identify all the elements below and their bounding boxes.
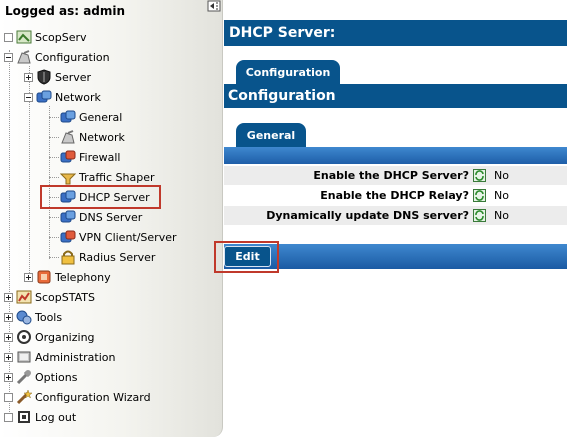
edit-button[interactable]: Edit: [224, 246, 271, 267]
tools-icon: [16, 310, 32, 325]
dhcp-server-icon: [60, 190, 76, 203]
setting-label: Enable the DHCP Relay?: [320, 189, 469, 202]
tree-item-traffic-shaper[interactable]: Traffic Shaper: [60, 168, 155, 186]
node-toggle-icon[interactable]: [4, 32, 13, 42]
tree-item-server[interactable]: Server: [24, 68, 91, 86]
help-icon[interactable]: [473, 169, 486, 182]
tree-item-firewall[interactable]: Firewall: [60, 148, 120, 166]
collapse-panel-icon[interactable]: [207, 0, 221, 12]
wizard-icon: [16, 389, 32, 405]
tree-item-network-sub[interactable]: Network: [60, 128, 125, 146]
general-icon: [60, 110, 76, 123]
scopserv-icon: [16, 30, 32, 44]
node-toggle-icon[interactable]: [4, 412, 13, 422]
setting-row-dhcp-relay: Enable the DHCP Relay? No: [224, 186, 567, 205]
setting-label: Dynamically update DNS server?: [266, 209, 469, 222]
logout-icon: [18, 411, 30, 423]
tree-item-scopserv[interactable]: ScopServ: [4, 28, 87, 46]
general-header-band: [224, 147, 567, 164]
telephony-icon: [37, 270, 51, 284]
logged-as-label: Logged as: admin: [5, 4, 126, 18]
help-icon[interactable]: [473, 209, 486, 222]
server-shield-icon: [37, 69, 51, 85]
setting-label: Enable the DHCP Server?: [313, 169, 469, 182]
tree-item-tools[interactable]: Tools: [4, 308, 62, 326]
tree-item-telephony[interactable]: Telephony: [24, 268, 111, 286]
setting-row-dhcp-server: Enable the DHCP Server? No: [224, 166, 567, 185]
tree-item-administration[interactable]: Administration: [4, 348, 116, 366]
organizing-icon: [17, 330, 31, 344]
tree-item-network[interactable]: Network: [24, 88, 101, 106]
setting-value: No: [494, 209, 509, 222]
tab-general[interactable]: General: [236, 123, 306, 147]
section-title: Configuration: [224, 84, 567, 108]
tree-item-general[interactable]: General: [60, 108, 122, 126]
traffic-shaper-icon: [60, 173, 76, 185]
expand-node-icon[interactable]: [4, 292, 13, 302]
expand-node-icon[interactable]: [4, 372, 13, 382]
help-icon[interactable]: [473, 189, 486, 202]
tree-item-options[interactable]: Options: [4, 368, 77, 386]
tree-item-dhcp-server[interactable]: DHCP Server: [60, 188, 150, 206]
tree-item-scopstats[interactable]: ScopSTATS: [4, 288, 95, 306]
navigation-tree: Logged as: admin ScopServ Configuration: [0, 0, 223, 437]
collapse-node-icon[interactable]: [4, 52, 13, 62]
firewall-icon: [60, 150, 76, 163]
dns-server-icon: [60, 210, 76, 223]
administration-icon: [17, 351, 31, 363]
tab-configuration[interactable]: Configuration: [236, 60, 340, 84]
expand-node-icon[interactable]: [4, 312, 13, 322]
expand-node-icon[interactable]: [4, 332, 13, 342]
vpn-icon: [60, 230, 76, 243]
setting-row-dns-update: Dynamically update DNS server? No: [224, 206, 567, 225]
options-icon: [16, 370, 31, 385]
setting-value: No: [494, 169, 509, 182]
tree-item-radius[interactable]: Radius Server: [60, 248, 155, 266]
scopstats-icon: [16, 290, 32, 304]
tree-item-configuration[interactable]: Configuration: [4, 48, 110, 66]
setting-value: No: [494, 189, 509, 202]
node-toggle-icon[interactable]: [4, 392, 13, 402]
page-title: DHCP Server:: [224, 20, 567, 46]
tree-item-wizard[interactable]: Configuration Wizard: [4, 388, 151, 406]
tree-item-dns-server[interactable]: DNS Server: [60, 208, 142, 226]
tree-item-logout[interactable]: Log out: [4, 408, 76, 426]
lock-icon: [61, 250, 75, 265]
tree-item-vpn[interactable]: VPN Client/Server: [60, 228, 177, 246]
network-settings-icon: [61, 130, 75, 144]
expand-node-icon[interactable]: [24, 272, 33, 282]
expand-node-icon[interactable]: [4, 352, 13, 362]
expand-node-icon[interactable]: [24, 72, 33, 82]
network-icon: [36, 90, 52, 103]
tree-item-organizing[interactable]: Organizing: [4, 328, 95, 346]
collapse-node-icon[interactable]: [24, 92, 33, 102]
configuration-icon: [17, 50, 31, 64]
